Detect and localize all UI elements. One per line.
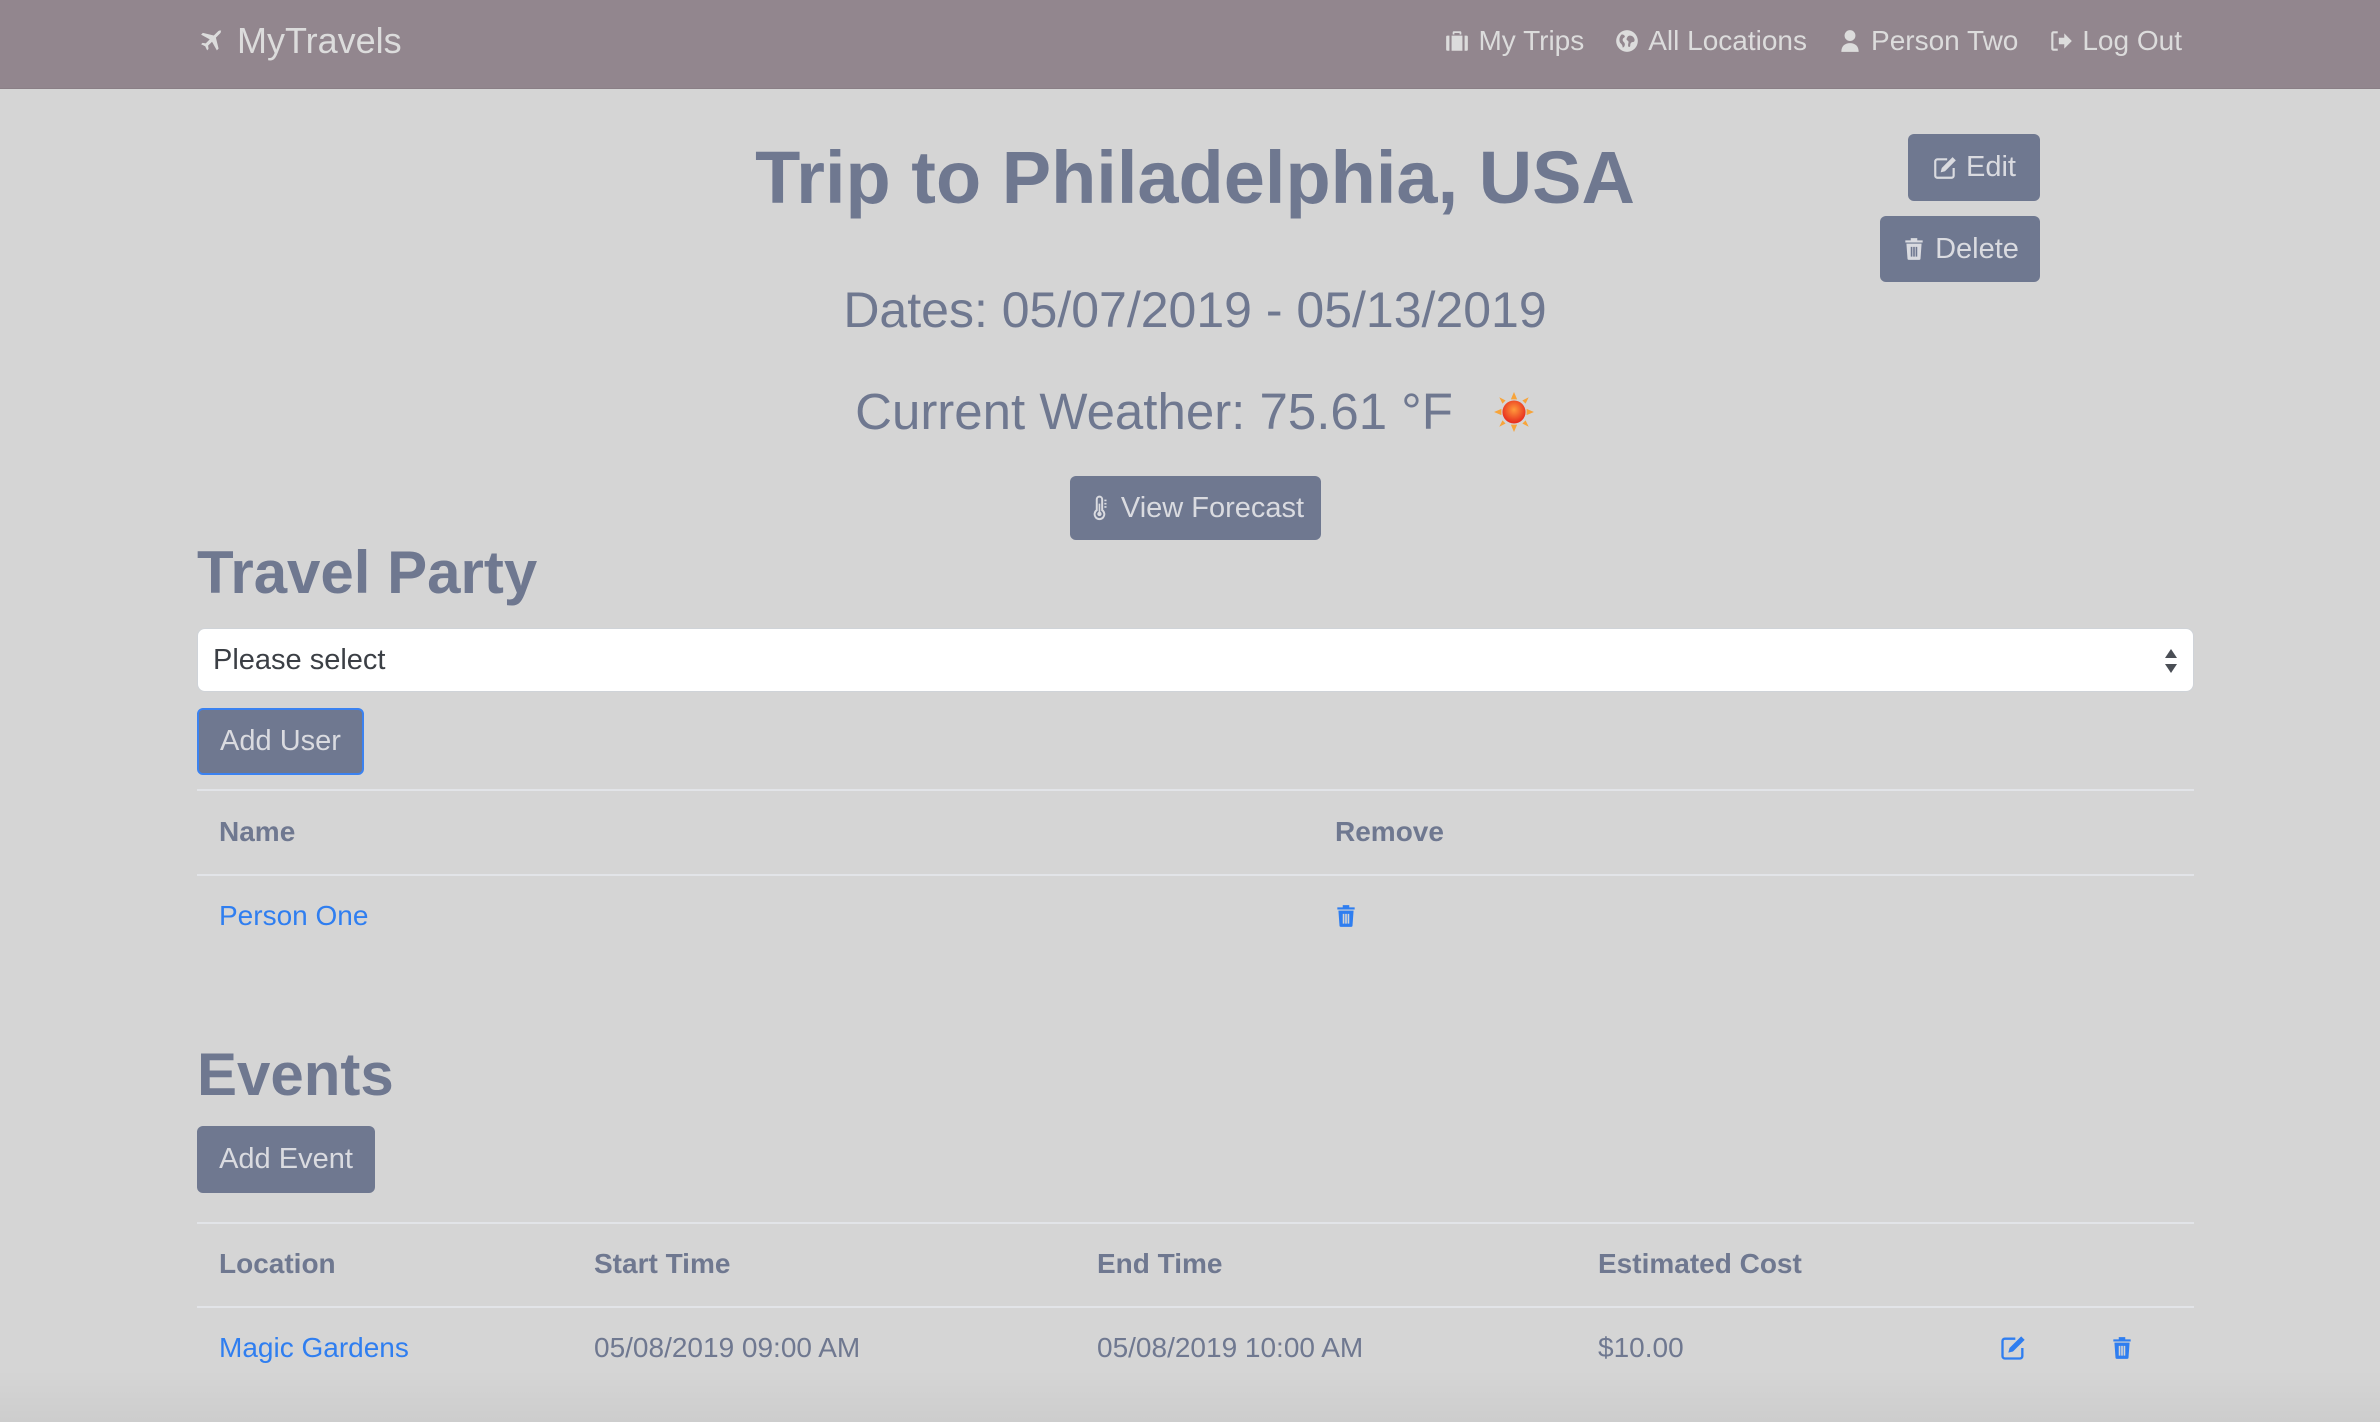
select-arrows-icon	[2165, 649, 2177, 673]
current-weather: Current Weather: 75.61 °F	[0, 382, 2380, 442]
thermometer-icon	[1093, 495, 1107, 521]
nav-links: My Trips All Locations Person Two Log Ou…	[1444, 18, 2182, 64]
events-col-location: Location	[219, 1248, 336, 1279]
briefcase-icon	[1446, 31, 1469, 51]
nav-my-trips[interactable]: My Trips	[1444, 25, 1584, 57]
event-estimated-cost: $10.00	[1598, 1332, 1684, 1363]
user-icon	[1841, 30, 1859, 52]
event-end-time: 05/08/2019 10:00 AM	[1097, 1332, 1364, 1363]
nav-all-locations[interactable]: All Locations	[1614, 25, 1807, 57]
edit-trip-label: Edit	[1966, 151, 2016, 183]
party-table-header-border	[197, 874, 2194, 876]
party-member-link[interactable]: Person One	[219, 899, 368, 933]
nav-all-locations-label: All Locations	[1648, 25, 1808, 56]
party-table-top-border	[197, 789, 2194, 791]
navbar: MyTravels My Trips All Locations Person …	[0, 0, 2380, 89]
party-col-remove: Remove	[1335, 816, 1444, 847]
travel-party-heading: Travel Party	[197, 539, 538, 606]
edit-event-icon[interactable]	[1998, 1334, 2028, 1362]
events-heading: Events	[197, 1041, 394, 1108]
brand-link[interactable]: MyTravels	[197, 18, 402, 64]
events-table-top-border	[197, 1222, 2194, 1224]
nav-user-profile[interactable]: Person Two	[1837, 25, 2018, 57]
nav-my-trips-label: My Trips	[1478, 25, 1585, 56]
user-select[interactable]: Please select	[197, 628, 2194, 692]
delete-trip-button[interactable]: Delete	[1880, 216, 2040, 282]
events-col-start-time: Start Time	[594, 1248, 731, 1279]
remove-member-trash-icon[interactable]	[1333, 902, 1359, 930]
add-event-button[interactable]: Add Event	[197, 1126, 375, 1193]
edit-trip-button[interactable]: Edit	[1908, 134, 2040, 201]
events-col-estimated-cost: Estimated Cost	[1598, 1248, 1802, 1279]
brand-name: MyTravels	[237, 20, 402, 61]
globe-icon	[1616, 30, 1639, 52]
events-table-header-border	[197, 1306, 2194, 1308]
nav-log-out[interactable]: Log Out	[2048, 25, 2182, 57]
event-start-time: 05/08/2019 09:00 AM	[594, 1332, 861, 1363]
add-user-button[interactable]: Add User	[197, 708, 364, 775]
delete-trip-label: Delete	[1935, 232, 2019, 265]
trash-icon	[1905, 238, 1923, 260]
bottom-shadow	[0, 1370, 2380, 1422]
event-location-link[interactable]: Magic Gardens	[219, 1331, 409, 1365]
user-select-value: Please select	[213, 643, 386, 676]
logout-icon	[2051, 31, 2073, 51]
nav-user-label: Person Two	[1871, 25, 2019, 56]
party-col-name: Name	[219, 816, 296, 847]
view-forecast-button[interactable]: View Forecast	[1070, 476, 1321, 540]
edit-icon	[1934, 156, 1956, 179]
sun-icon	[1493, 392, 1534, 432]
trip-dates: Dates: 05/07/2019 - 05/13/2019	[843, 282, 1547, 338]
nav-log-out-label: Log Out	[2082, 25, 2182, 56]
current-weather-text: Current Weather: 75.61 °F	[855, 383, 1453, 440]
events-col-end-time: End Time	[1097, 1248, 1223, 1279]
plane-icon	[201, 29, 222, 51]
view-forecast-label: View Forecast	[1120, 491, 1305, 524]
delete-event-trash-icon[interactable]	[2109, 1334, 2135, 1362]
